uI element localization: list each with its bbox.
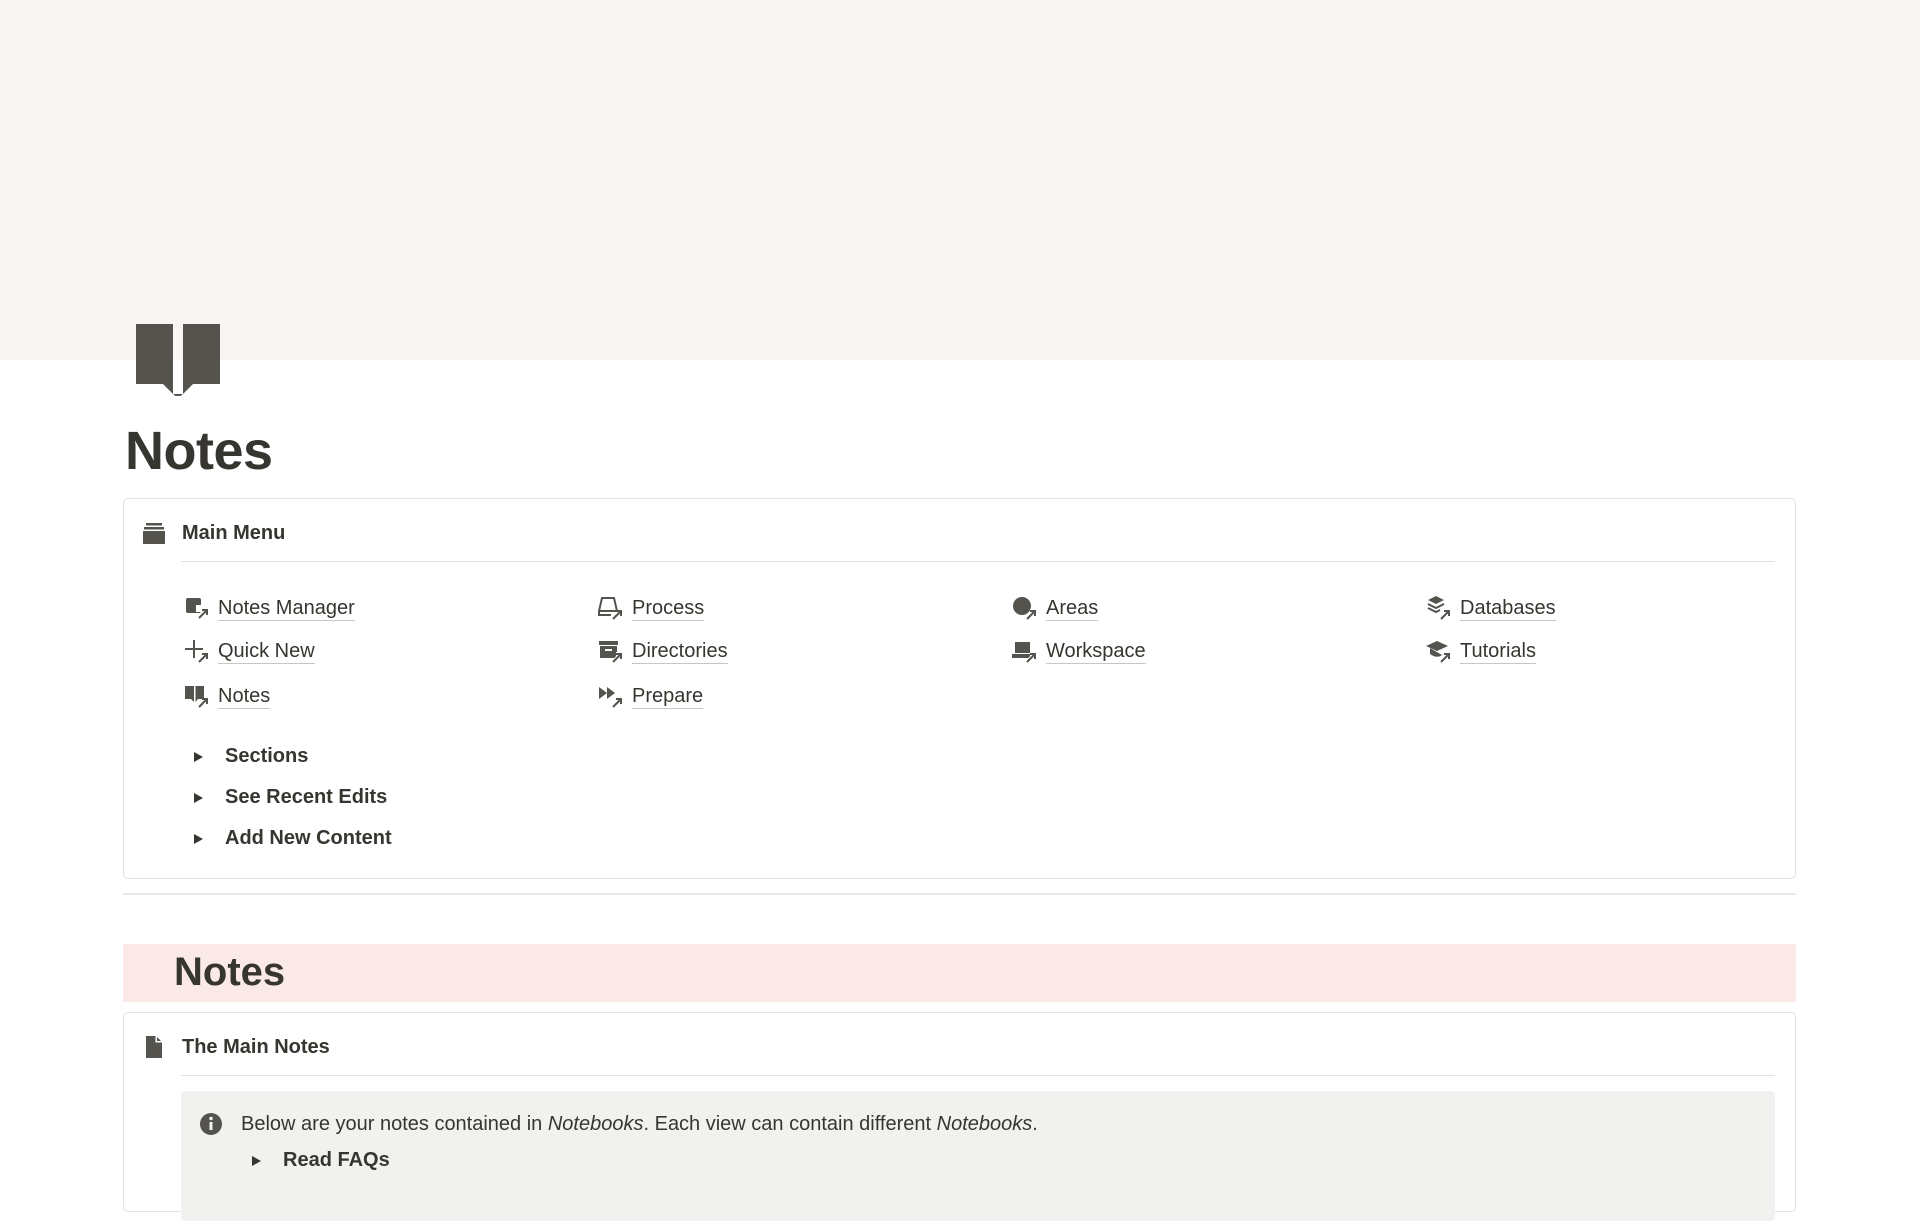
link-label: Quick New <box>218 639 315 664</box>
toggle-add-new-content[interactable]: Add New Content <box>191 827 392 850</box>
main-notes-header: The Main Notes <box>142 1035 330 1059</box>
toggle-see-recent-edits[interactable]: See Recent Edits <box>191 786 387 809</box>
info-callout: Below are your notes contained in Notebo… <box>181 1091 1775 1221</box>
notes-heading-text: Notes <box>174 950 286 994</box>
open-book-icon <box>185 686 208 708</box>
link-label: Directories <box>632 639 728 664</box>
main-notes-title: The Main Notes <box>182 1036 330 1058</box>
link-workspace[interactable]: Workspace <box>1012 638 1146 664</box>
triangle-right-icon <box>252 1155 261 1166</box>
link-areas[interactable]: Areas <box>1012 595 1099 621</box>
link-label: Databases <box>1460 596 1556 621</box>
page-cover[interactable] <box>0 0 1920 360</box>
link-label: Process <box>632 596 705 621</box>
open-book-icon[interactable] <box>133 320 223 396</box>
main-menu-header: Main Menu <box>142 521 285 545</box>
link-notes[interactable]: Notes <box>184 683 271 709</box>
toggle-label: Sections <box>225 745 309 767</box>
main-menu-title: Main Menu <box>182 522 286 544</box>
link-label: Tutorials <box>1460 639 1536 664</box>
info-text-emphasis: Notebooks <box>547 1112 644 1135</box>
main-menu-callout: Main Menu Notes Manager Quick New Notes <box>123 498 1796 879</box>
info-text-part: . Each view can contain different <box>643 1112 937 1135</box>
document-icon <box>146 1036 162 1058</box>
info-text-part: . <box>1032 1112 1038 1135</box>
triangle-right-icon <box>194 792 203 803</box>
info-icon <box>200 1113 222 1135</box>
tray-stack-icon <box>143 523 165 544</box>
archive-box-icon <box>599 641 623 664</box>
link-label: Prepare <box>632 684 704 709</box>
notes-section-heading[interactable]: Notes <box>123 944 1796 1002</box>
page-title[interactable]: Notes <box>125 420 273 482</box>
link-tutorials[interactable]: Tutorials <box>1426 638 1536 664</box>
layers-icon <box>1427 596 1450 620</box>
toggle-label: See Recent Edits <box>225 786 388 808</box>
link-label: Notes <box>218 684 271 709</box>
graduation-cap-icon <box>1426 641 1451 664</box>
inbox-tray-icon <box>598 597 622 620</box>
toggle-read-faqs[interactable]: Read FAQs <box>249 1149 390 1172</box>
link-label: Workspace <box>1046 639 1146 664</box>
plus-icon <box>185 640 208 663</box>
toggle-sections[interactable]: Sections <box>191 745 308 768</box>
info-text: Below are your notes contained in Notebo… <box>199 1112 1038 1136</box>
toggle-label: Add New Content <box>225 827 392 849</box>
divider <box>181 561 1775 562</box>
link-databases[interactable]: Databases <box>1426 595 1556 621</box>
divider <box>181 1075 1775 1076</box>
link-prepare[interactable]: Prepare <box>598 683 704 709</box>
divider <box>123 893 1796 895</box>
triangle-right-icon <box>194 833 203 844</box>
info-text-part: Below are your notes contained in <box>241 1112 548 1135</box>
link-quick-new[interactable]: Quick New <box>184 638 315 664</box>
info-text-emphasis: Notebooks <box>936 1112 1033 1135</box>
link-label: Areas <box>1046 596 1099 621</box>
link-directories[interactable]: Directories <box>598 638 728 664</box>
link-label: Notes Manager <box>218 596 355 621</box>
toggle-label: Read FAQs <box>283 1149 390 1171</box>
link-notes-manager[interactable]: Notes Manager <box>184 595 355 621</box>
link-process[interactable]: Process <box>598 595 705 621</box>
triangle-right-icon <box>194 751 203 762</box>
notes-manager-icon <box>186 598 208 619</box>
fast-forward-icon <box>599 687 622 708</box>
laptop-icon <box>1012 642 1037 664</box>
circle-icon <box>1013 597 1037 621</box>
main-notes-callout: The Main Notes Below are your notes cont… <box>123 1012 1796 1221</box>
